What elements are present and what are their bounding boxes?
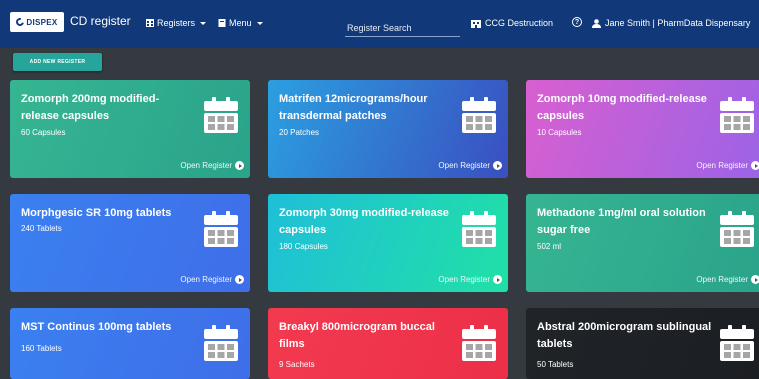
arrow-circle-right-icon: [493, 275, 502, 284]
calendar-icon: [204, 325, 238, 361]
register-card[interactable]: Morphgesic SR 10mg tablets 240 Tablets Ope…: [10, 194, 250, 292]
card-title: Morphgesic SR 10mg tablets: [21, 207, 172, 219]
menu-label: Menu: [229, 18, 252, 28]
register-card[interactable]: Methadone 1mg/ml oral solution sugar fre…: [526, 194, 759, 292]
open-register-link[interactable]: Open Register: [438, 275, 502, 284]
card-title: Breakyl 800microgram buccal films: [279, 321, 435, 350]
arrow-circle-right-icon: [235, 161, 244, 170]
calendar-icon: [462, 97, 496, 133]
open-register-label: Open Register: [696, 161, 748, 170]
open-register-label: Open Register: [180, 161, 232, 170]
ccg-destruction-link[interactable]: CCG Destruction: [471, 18, 553, 28]
grid-icon: [146, 19, 154, 27]
register-card[interactable]: Breakyl 800microgram buccal films 9 Sache…: [268, 308, 508, 379]
open-register-link[interactable]: Open Register: [180, 161, 244, 170]
register-card[interactable]: Zomorph 30mg modified-release capsules 18…: [268, 194, 508, 292]
logo-text: DISPEX: [26, 17, 58, 27]
calendar-icon: [720, 325, 754, 361]
card-quantity: 502 ml: [537, 242, 562, 251]
registers-dropdown[interactable]: Registers: [146, 18, 207, 28]
card-quantity: 50 Tablets: [537, 360, 574, 369]
logo-swoosh-icon: [14, 16, 26, 28]
menu-dropdown[interactable]: Menu: [218, 18, 263, 28]
card-title: Zomorph 30mg modified-release capsules: [279, 207, 449, 236]
card-quantity: 60 Capsules: [21, 128, 66, 137]
card-title: Matrifen 12micrograms/hour transdermal p…: [279, 93, 428, 122]
calendar-icon: [204, 97, 238, 133]
register-card[interactable]: Zomorph 10mg modified-release capsules 10…: [526, 80, 759, 178]
register-card[interactable]: Matrifen 12micrograms/hour transdermal p…: [268, 80, 508, 178]
building-icon: [471, 19, 481, 28]
open-register-label: Open Register: [180, 275, 232, 284]
open-register-link[interactable]: Open Register: [438, 161, 502, 170]
card-title: Zomorph 10mg modified-release capsules: [537, 93, 707, 122]
open-register-label: Open Register: [696, 275, 748, 284]
help-icon[interactable]: ?: [572, 17, 582, 27]
card-title: Abstral 200microgram sublingual tablets: [537, 321, 712, 350]
chevron-down-icon: [256, 21, 263, 25]
card-quantity: 10 Capsules: [537, 128, 582, 137]
app-title: CD register: [70, 14, 131, 28]
open-register-label: Open Register: [438, 161, 490, 170]
card-title: MST Continus 100mg tablets: [21, 321, 172, 333]
calendar-icon: [720, 211, 754, 247]
calendar-icon: [720, 97, 754, 133]
open-register-link[interactable]: Open Register: [696, 275, 759, 284]
card-quantity: 180 Capsules: [279, 242, 328, 251]
card-quantity: 20 Patches: [279, 128, 320, 137]
register-card[interactable]: Abstral 200microgram sublingual tablets 5…: [526, 308, 759, 379]
calendar-icon: [204, 211, 238, 247]
user-label: Jane Smith | PharmData Dispensary: [605, 18, 751, 28]
arrow-circle-right-icon: [235, 275, 244, 284]
card-quantity: 160 Tablets: [21, 344, 62, 353]
registers-label: Registers: [157, 18, 196, 28]
card-title: Zomorph 200mg modified-release capsules: [21, 93, 160, 122]
add-new-register-button[interactable]: ADD NEW REGISTER: [13, 53, 102, 71]
calendar-icon: [462, 211, 496, 247]
dispex-logo[interactable]: DISPEX: [10, 12, 64, 32]
register-search-input[interactable]: [345, 15, 460, 37]
user-menu[interactable]: Jane Smith | PharmData Dispensary: [592, 18, 750, 28]
card-title: Methadone 1mg/ml oral solution sugar fre…: [537, 207, 706, 236]
open-register-link[interactable]: Open Register: [180, 275, 244, 284]
arrow-circle-right-icon: [493, 161, 502, 170]
card-quantity: 9 Sachets: [279, 360, 315, 369]
arrow-circle-right-icon: [751, 275, 759, 284]
top-navbar: DISPEX CD register Registers Menu CCG De…: [0, 0, 759, 48]
arrow-circle-right-icon: [751, 161, 759, 170]
register-card[interactable]: MST Continus 100mg tablets 160 Tablets: [10, 308, 250, 379]
chevron-down-icon: [200, 21, 207, 25]
open-register-link[interactable]: Open Register: [696, 161, 759, 170]
card-quantity: 240 Tablets: [21, 224, 62, 233]
register-card[interactable]: Zomorph 200mg modified-release capsules 6…: [10, 80, 250, 178]
open-register-label: Open Register: [438, 275, 490, 284]
ccg-destruction-label: CCG Destruction: [485, 18, 554, 28]
calendar-icon: [462, 325, 496, 361]
book-icon: [218, 19, 226, 27]
user-icon: [592, 18, 601, 28]
